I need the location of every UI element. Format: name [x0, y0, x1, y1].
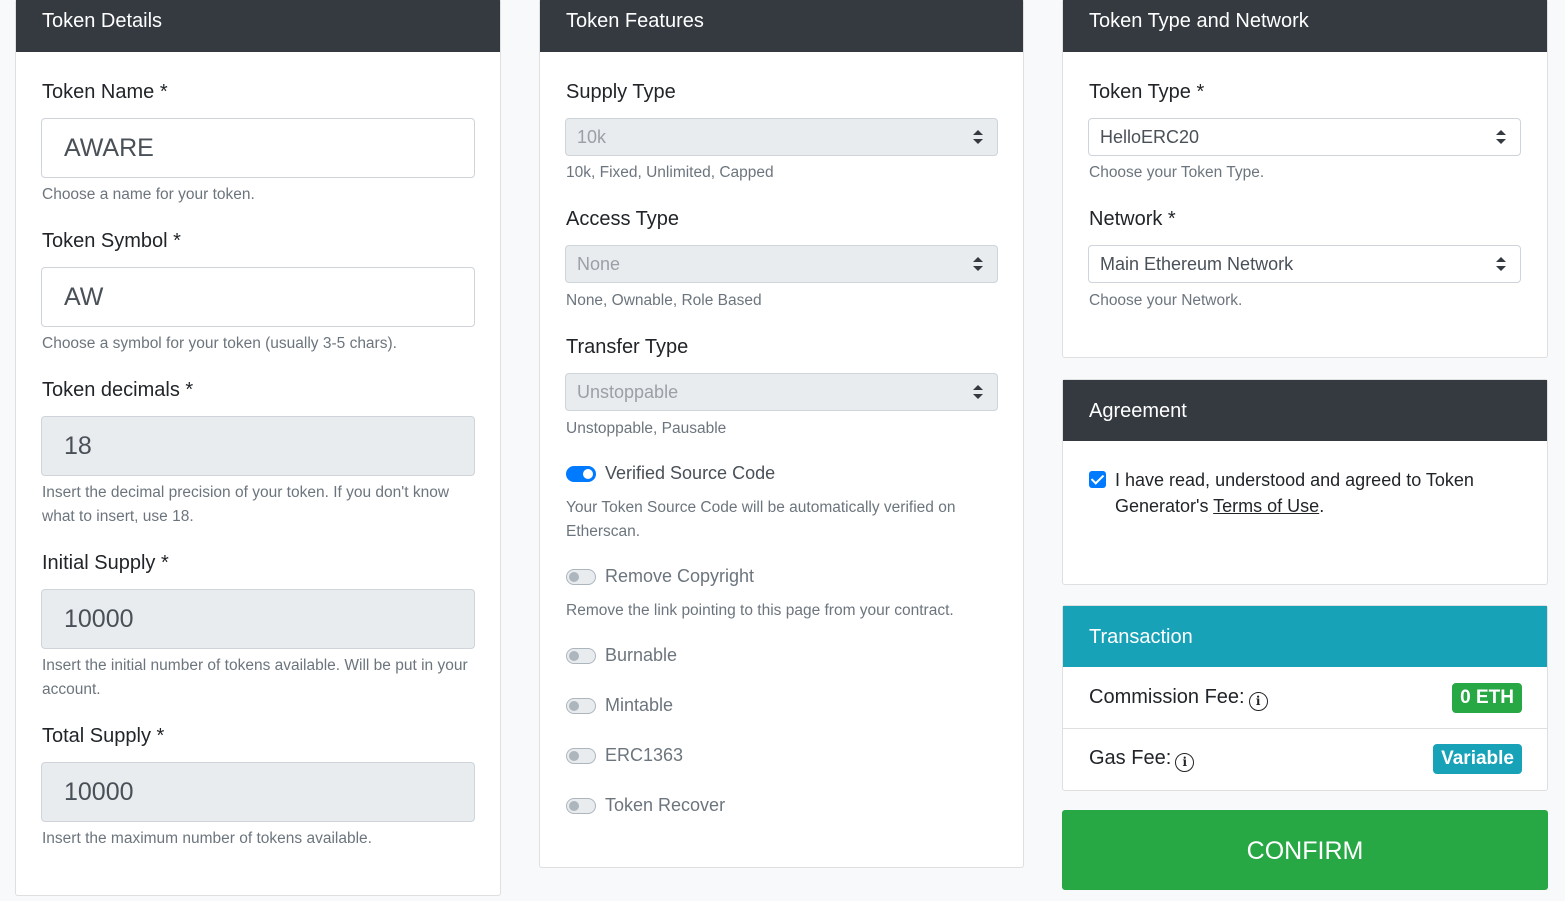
verified-source-label: Verified Source Code: [605, 463, 776, 483]
supply-type-value: 10k: [577, 127, 607, 147]
token-type-label: Token Type *: [1089, 81, 1205, 103]
transfer-type-value: Unstoppable: [577, 382, 679, 402]
select-arrows-icon: [1496, 130, 1506, 144]
token-details-header: Token Details: [16, 0, 500, 52]
agreement-checkbox[interactable]: [1089, 471, 1106, 488]
transaction-header: Transaction: [1063, 606, 1547, 667]
transfer-type-help: Unstoppable, Pausable: [566, 420, 727, 437]
toggle-knob: [569, 701, 579, 711]
total-supply-help: Insert the maximum number of tokens avai…: [42, 830, 372, 847]
toggle-knob: [583, 469, 593, 479]
token-type-help: Choose your Token Type.: [1089, 164, 1265, 181]
token-type-value: HelloERC20: [1100, 127, 1200, 147]
toggle-knob: [569, 751, 579, 761]
token-type-network-card: Token Type and Network Token Type * Hell…: [1062, 0, 1548, 358]
remove-copyright-toggle[interactable]: [566, 569, 596, 585]
select-arrows-icon: [973, 130, 983, 144]
commission-fee-label: Commission Fee:: [1089, 686, 1245, 708]
access-type-label: Access Type: [566, 208, 680, 230]
access-type-value: None: [577, 254, 621, 274]
token-details-card: Token Details Token Name * AWARE Choose …: [15, 0, 501, 896]
transfer-type-label: Transfer Type: [566, 336, 689, 358]
verified-source-help: Your Token Source Code will be automatic…: [566, 499, 956, 540]
initial-supply-label: Initial Supply *: [42, 552, 169, 574]
select-arrows-icon: [973, 385, 983, 399]
commission-fee-badge: 0 ETH: [1452, 683, 1522, 713]
erc1363-toggle[interactable]: [566, 748, 596, 764]
agreement-text-after: .: [1319, 496, 1325, 516]
select-arrows-icon: [973, 257, 983, 271]
access-type-select[interactable]: None: [565, 245, 998, 283]
toggle-knob: [569, 572, 579, 582]
gas-fee-badge: Variable: [1433, 744, 1522, 774]
network-label: Network *: [1089, 208, 1176, 230]
token-name-input[interactable]: AWARE: [41, 118, 475, 178]
info-icon[interactable]: i: [1248, 692, 1268, 711]
agreement-card: Agreement I have read, understood and ag…: [1062, 379, 1548, 585]
gas-fee-label: Gas Fee:: [1089, 747, 1172, 769]
token-symbol-help: Choose a symbol for your token (usually …: [42, 335, 397, 352]
divider: [1063, 728, 1547, 729]
erc1363-label: ERC1363: [605, 745, 684, 765]
burnable-label: Burnable: [605, 645, 678, 665]
agreement-header: Agreement: [1063, 380, 1547, 441]
transfer-type-select[interactable]: Unstoppable: [565, 373, 998, 411]
token-features-header: Token Features: [540, 0, 1023, 52]
token-type-select[interactable]: HelloERC20: [1088, 118, 1521, 156]
remove-copyright-help: Remove the link pointing to this page fr…: [566, 602, 954, 619]
commission-fee-row: Commission Fee: i: [1089, 686, 1268, 711]
agreement-text: I have read, understood and agreed to To…: [1115, 467, 1515, 519]
token-type-network-header: Token Type and Network: [1063, 0, 1547, 52]
token-name-help: Choose a name for your token.: [42, 186, 255, 203]
token-decimals-help: Insert the decimal precision of your tok…: [42, 484, 450, 525]
toggle-knob: [569, 801, 579, 811]
transaction-card: Transaction Commission Fee: i 0 ETH Gas F…: [1062, 605, 1548, 791]
initial-supply-help: Insert the initial number of tokens avai…: [42, 657, 468, 698]
supply-type-select[interactable]: 10k: [565, 118, 998, 156]
mintable-label: Mintable: [605, 695, 674, 715]
token-symbol-input[interactable]: AW: [41, 267, 475, 327]
total-supply-label: Total Supply *: [42, 725, 165, 747]
info-icon[interactable]: i: [1175, 753, 1195, 772]
network-select[interactable]: Main Ethereum Network: [1088, 245, 1521, 283]
network-help: Choose your Network.: [1089, 292, 1243, 309]
total-supply-input[interactable]: 10000: [41, 762, 475, 822]
mintable-toggle[interactable]: [566, 698, 596, 714]
select-arrows-icon: [1496, 257, 1506, 271]
terms-of-use-link[interactable]: Terms of Use: [1213, 496, 1319, 516]
token-decimals-input[interactable]: 18: [41, 416, 475, 476]
token-recover-label: Token Recover: [605, 795, 726, 815]
access-type-help: None, Ownable, Role Based: [566, 292, 762, 309]
token-features-card: Token Features Supply Type 10k 10k, Fixe…: [539, 0, 1024, 868]
toggle-knob: [569, 651, 579, 661]
token-symbol-label: Token Symbol *: [42, 230, 181, 252]
gas-fee-row: Gas Fee: i: [1089, 747, 1195, 772]
token-recover-toggle[interactable]: [566, 798, 596, 814]
verified-source-toggle[interactable]: [566, 466, 596, 482]
network-value: Main Ethereum Network: [1100, 254, 1294, 274]
supply-type-help: 10k, Fixed, Unlimited, Capped: [566, 164, 774, 181]
initial-supply-input[interactable]: 10000: [41, 589, 475, 649]
token-name-label: Token Name *: [42, 81, 168, 103]
supply-type-label: Supply Type: [566, 81, 676, 103]
token-decimals-label: Token decimals *: [42, 379, 194, 401]
confirm-button[interactable]: CONFIRM: [1062, 810, 1548, 890]
burnable-toggle[interactable]: [566, 648, 596, 664]
remove-copyright-label: Remove Copyright: [605, 566, 755, 586]
